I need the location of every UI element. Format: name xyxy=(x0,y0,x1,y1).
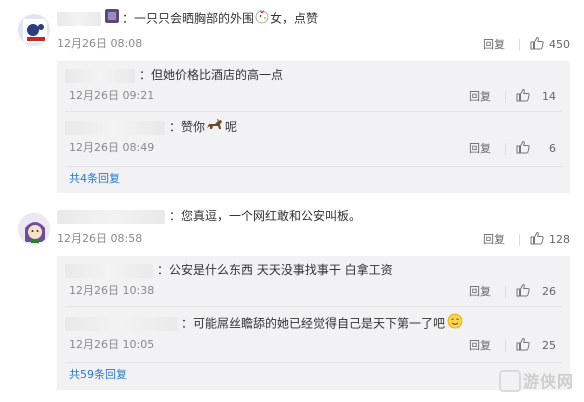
like-button[interactable]: 128 xyxy=(530,231,570,248)
smile-emoji xyxy=(447,313,463,335)
divider xyxy=(505,286,506,298)
reply-actions: 回复 26 xyxy=(469,283,556,299)
reply-line: ：公安是什么东西 天天没事找事干 白拿工资 xyxy=(65,260,393,280)
reply-time: 12月26日 10:38 xyxy=(69,284,155,297)
reply-divider xyxy=(65,306,562,307)
avatar[interactable] xyxy=(18,213,50,245)
watermark: 游侠网 xyxy=(498,368,574,392)
reply-box: ：但她价格比酒店的高一点 12月26日 09:21 回复 14 ：赞你 呢 12月2… xyxy=(57,61,570,193)
chicken-emoji xyxy=(254,8,270,30)
like-button[interactable]: 14 xyxy=(516,88,556,105)
like-count: 450 xyxy=(549,38,570,51)
badge-icon xyxy=(105,9,119,29)
reply-text: ：可能屌丝瞻舔的她已经觉得自己是天下第一了吧 xyxy=(181,316,446,331)
comment-line: ：一只只会晒胸部的外围 女，点赞 xyxy=(57,8,318,28)
logo-icon xyxy=(498,370,521,392)
comment-text-tail: 女，点赞 xyxy=(270,11,319,26)
thumbs-up-icon xyxy=(516,140,530,154)
more-replies-link[interactable]: 共4条回复 xyxy=(69,170,120,188)
divider xyxy=(519,234,520,246)
like-button[interactable]: 26 xyxy=(516,283,556,300)
divider xyxy=(519,39,520,51)
like-count: 128 xyxy=(549,233,570,246)
like-button[interactable]: 6 xyxy=(516,140,556,157)
like-count: 25 xyxy=(542,339,556,352)
thumbs-up-icon xyxy=(530,36,544,50)
reply-button[interactable]: 回复 xyxy=(469,89,491,105)
reply-actions: 回复 14 xyxy=(469,88,556,104)
reply-time: 12月26日 09:21 xyxy=(69,89,155,102)
username-blurred[interactable] xyxy=(65,120,165,135)
reply-line: ：但她价格比酒店的高一点 xyxy=(65,65,283,85)
username-blurred[interactable] xyxy=(65,263,153,278)
comment-line: ：您真逗，一个网红敢和公安叫板。 xyxy=(57,206,361,226)
thumbs-up-icon xyxy=(530,231,544,245)
reply-text: ：公安是什么东西 天天没事找事干 白拿工资 xyxy=(157,263,393,277)
divider xyxy=(505,340,506,352)
reply-actions: 回复 25 xyxy=(469,337,556,353)
username-blurred[interactable] xyxy=(57,12,101,26)
comment-text: ：一只只会晒胸部的外围 xyxy=(122,11,255,26)
username-blurred[interactable] xyxy=(65,68,135,83)
comment-actions: 回复 128 xyxy=(483,231,570,247)
divider xyxy=(505,143,506,155)
like-count: 6 xyxy=(549,142,556,155)
username-blurred[interactable] xyxy=(57,209,165,224)
reply-line: ：可能屌丝瞻舔的她已经觉得自己是天下第一了吧 xyxy=(65,313,463,333)
thumbs-up-icon xyxy=(516,88,530,102)
comment-text: ：您真逗，一个网红敢和公安叫板。 xyxy=(169,209,362,223)
divider xyxy=(505,91,506,103)
reply-time: 12月26日 08:49 xyxy=(69,141,155,154)
reply-divider xyxy=(65,111,562,112)
comment-actions: 回复 450 xyxy=(483,36,570,52)
thumbs-up-icon xyxy=(516,283,530,297)
reply-divider xyxy=(65,362,562,363)
like-button[interactable]: 450 xyxy=(530,36,570,53)
reply-box: ：公安是什么东西 天天没事找事干 白拿工资 12月26日 10:38 回复 26 … xyxy=(57,256,570,390)
reply-text: ：赞你 xyxy=(169,120,206,134)
reply-actions: 回复 6 xyxy=(469,140,556,156)
reply-button[interactable]: 回复 xyxy=(469,338,491,354)
reply-button[interactable]: 回复 xyxy=(469,284,491,300)
avatar[interactable] xyxy=(18,14,50,46)
watermark-text: 游侠网 xyxy=(522,372,574,391)
comment-time: 12月26日 08:08 xyxy=(57,37,143,50)
reply-time: 12月26日 10:05 xyxy=(69,338,155,351)
reply-button[interactable]: 回复 xyxy=(469,141,491,157)
reply-button[interactable]: 回复 xyxy=(483,232,505,248)
avatar-image xyxy=(19,15,49,45)
horse-emoji xyxy=(205,118,225,138)
thumbs-up-icon xyxy=(516,337,530,351)
like-count: 26 xyxy=(542,285,556,298)
reply-button[interactable]: 回复 xyxy=(483,37,505,53)
reply-text-tail: 呢 xyxy=(225,120,238,134)
like-button[interactable]: 25 xyxy=(516,337,556,354)
username-blurred[interactable] xyxy=(65,317,177,331)
reply-divider xyxy=(65,166,562,167)
reply-line: ：赞你 呢 xyxy=(65,117,237,137)
comment-time: 12月26日 08:58 xyxy=(57,232,143,245)
reply-text: ：但她价格比酒店的高一点 xyxy=(139,68,284,82)
more-replies-link[interactable]: 共59条回复 xyxy=(69,366,127,384)
like-count: 14 xyxy=(542,90,556,103)
avatar-image xyxy=(19,214,49,244)
